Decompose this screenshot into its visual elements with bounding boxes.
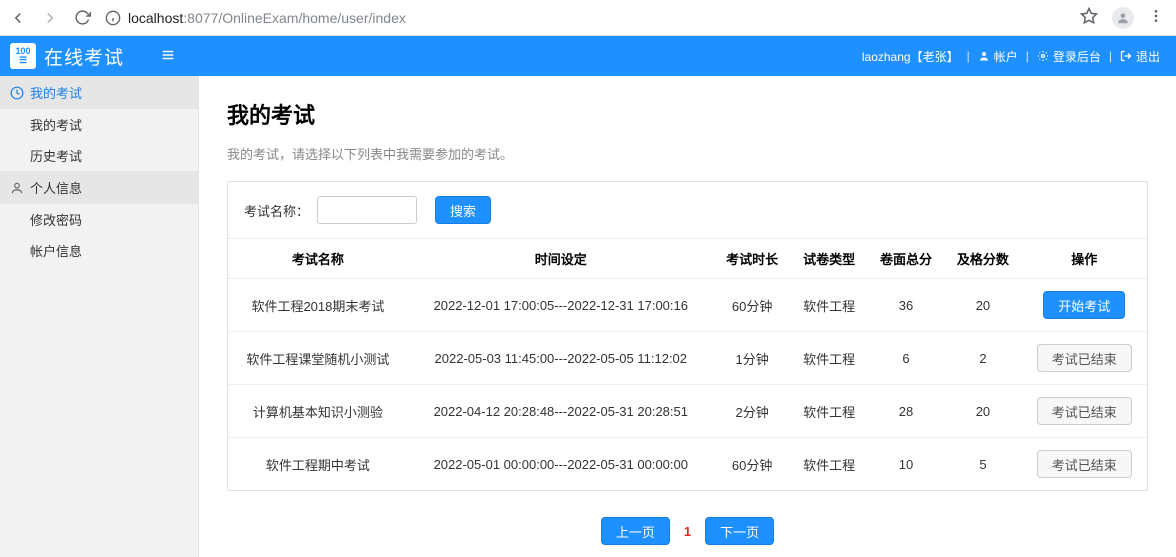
table-cell: 60分钟 bbox=[714, 438, 791, 491]
exam-panel: 考试名称： 搜索 考试名称时间设定考试时长试卷类型卷面总分及格分数操作 软件工程… bbox=[227, 181, 1148, 491]
app-header: 100☰ 在线考试 laozhang【老张】 | 帐户 | 登录后台 | 退出 bbox=[0, 36, 1176, 76]
column-header: 试卷类型 bbox=[791, 239, 868, 279]
table-cell: 20 bbox=[944, 385, 1021, 438]
nav-group-personal[interactable]: 个人信息 bbox=[0, 171, 198, 204]
table-row: 计算机基本知识小测验2022-04-12 20:28:48---2022-05-… bbox=[228, 385, 1147, 438]
table-cell: 36 bbox=[868, 279, 945, 332]
clock-icon bbox=[10, 86, 24, 100]
table-cell: 2022-05-03 11:45:00---2022-05-05 11:12:0… bbox=[408, 332, 714, 385]
start-exam-button[interactable]: 开始考试 bbox=[1043, 291, 1125, 319]
table-row: 软件工程2018期末考试2022-12-01 17:00:05---2022-1… bbox=[228, 279, 1147, 332]
prev-page-button[interactable]: 上一页 bbox=[601, 517, 670, 545]
reload-button[interactable] bbox=[72, 8, 92, 28]
table-cell: 计算机基本知识小测验 bbox=[228, 385, 408, 438]
column-header: 时间设定 bbox=[408, 239, 714, 279]
table-cell: 软件工程 bbox=[791, 332, 868, 385]
page-subtitle: 我的考试，请选择以下列表中我需要参加的考试。 bbox=[227, 144, 1148, 163]
table-cell: 软件工程 bbox=[791, 438, 868, 491]
sidebar-item[interactable]: 帐户信息 bbox=[0, 235, 198, 266]
action-cell: 考试已结束 bbox=[1021, 438, 1147, 491]
bookmark-icon[interactable] bbox=[1080, 7, 1098, 28]
table-cell: 软件工程2018期末考试 bbox=[228, 279, 408, 332]
nav-group-label: 我的考试 bbox=[30, 83, 82, 102]
exam-ended-button[interactable]: 考试已结束 bbox=[1037, 344, 1132, 372]
exam-ended-button[interactable]: 考试已结束 bbox=[1037, 450, 1132, 478]
kebab-menu-icon[interactable] bbox=[1148, 8, 1164, 27]
backend-link-label: 登录后台 bbox=[1053, 48, 1101, 65]
table-cell: 5 bbox=[944, 438, 1021, 491]
search-label: 考试名称： bbox=[244, 201, 309, 220]
table-cell: 2022-04-12 20:28:48---2022-05-31 20:28:5… bbox=[408, 385, 714, 438]
nav-group-my-exam[interactable]: 我的考试 bbox=[0, 76, 198, 109]
table-cell: 2分钟 bbox=[714, 385, 791, 438]
logout-link[interactable]: 退出 bbox=[1120, 48, 1160, 65]
app-title: 在线考试 bbox=[44, 43, 124, 70]
user-icon bbox=[10, 181, 24, 195]
table-cell: 2 bbox=[944, 332, 1021, 385]
back-button[interactable] bbox=[8, 8, 28, 28]
sidebar-item[interactable]: 我的考试 bbox=[0, 109, 198, 140]
sidebar-item[interactable]: 历史考试 bbox=[0, 140, 198, 171]
next-page-button[interactable]: 下一页 bbox=[705, 517, 774, 545]
forward-button[interactable] bbox=[40, 8, 60, 28]
column-header: 考试名称 bbox=[228, 239, 408, 279]
action-cell: 开始考试 bbox=[1021, 279, 1147, 332]
site-info-icon bbox=[104, 9, 122, 27]
table-row: 软件工程课堂随机小测试2022-05-03 11:45:00---2022-05… bbox=[228, 332, 1147, 385]
profile-avatar[interactable] bbox=[1112, 7, 1134, 29]
table-cell: 软件工程期中考试 bbox=[228, 438, 408, 491]
column-header: 操作 bbox=[1021, 239, 1147, 279]
paginator: 上一页 1 下一页 bbox=[227, 517, 1148, 545]
table-cell: 2022-05-01 00:00:00---2022-05-31 00:00:0… bbox=[408, 438, 714, 491]
column-header: 考试时长 bbox=[714, 239, 791, 279]
logout-link-label: 退出 bbox=[1136, 48, 1160, 65]
sidebar: 我的考试 我的考试历史考试 个人信息 修改密码帐户信息 bbox=[0, 76, 199, 557]
sidebar-item[interactable]: 修改密码 bbox=[0, 204, 198, 235]
table-row: 软件工程期中考试2022-05-01 00:00:00---2022-05-31… bbox=[228, 438, 1147, 491]
exam-table: 考试名称时间设定考试时长试卷类型卷面总分及格分数操作 软件工程2018期末考试2… bbox=[228, 239, 1147, 490]
column-header: 卷面总分 bbox=[868, 239, 945, 279]
action-cell: 考试已结束 bbox=[1021, 332, 1147, 385]
browser-chrome: localhost:8077/OnlineExam/home/user/inde… bbox=[0, 0, 1176, 36]
column-header: 及格分数 bbox=[944, 239, 1021, 279]
address-bar[interactable]: localhost:8077/OnlineExam/home/user/inde… bbox=[104, 9, 1068, 27]
backend-link[interactable]: 登录后台 bbox=[1037, 48, 1101, 65]
table-cell: 60分钟 bbox=[714, 279, 791, 332]
nav-group-label: 个人信息 bbox=[30, 178, 82, 197]
table-cell: 软件工程 bbox=[791, 385, 868, 438]
table-cell: 1分钟 bbox=[714, 332, 791, 385]
account-link[interactable]: 帐户 bbox=[978, 48, 1018, 65]
page-title: 我的考试 bbox=[227, 98, 1148, 130]
exam-ended-button[interactable]: 考试已结束 bbox=[1037, 397, 1132, 425]
search-button[interactable]: 搜索 bbox=[435, 196, 491, 224]
action-cell: 考试已结束 bbox=[1021, 385, 1147, 438]
table-cell: 2022-12-01 17:00:05---2022-12-31 17:00:1… bbox=[408, 279, 714, 332]
table-cell: 20 bbox=[944, 279, 1021, 332]
user-info: laozhang【老张】 bbox=[862, 48, 959, 65]
table-cell: 软件工程课堂随机小测试 bbox=[228, 332, 408, 385]
sidebar-toggle[interactable] bbox=[160, 48, 176, 65]
table-cell: 10 bbox=[868, 438, 945, 491]
main-content: 我的考试 我的考试，请选择以下列表中我需要参加的考试。 考试名称： 搜索 考试名… bbox=[199, 76, 1176, 557]
app-logo: 100☰ bbox=[10, 43, 36, 69]
table-cell: 软件工程 bbox=[791, 279, 868, 332]
current-page: 1 bbox=[684, 524, 691, 539]
table-cell: 6 bbox=[868, 332, 945, 385]
table-cell: 28 bbox=[868, 385, 945, 438]
search-input[interactable] bbox=[317, 196, 417, 224]
url-text: localhost:8077/OnlineExam/home/user/inde… bbox=[128, 10, 406, 26]
account-link-label: 帐户 bbox=[994, 48, 1018, 65]
